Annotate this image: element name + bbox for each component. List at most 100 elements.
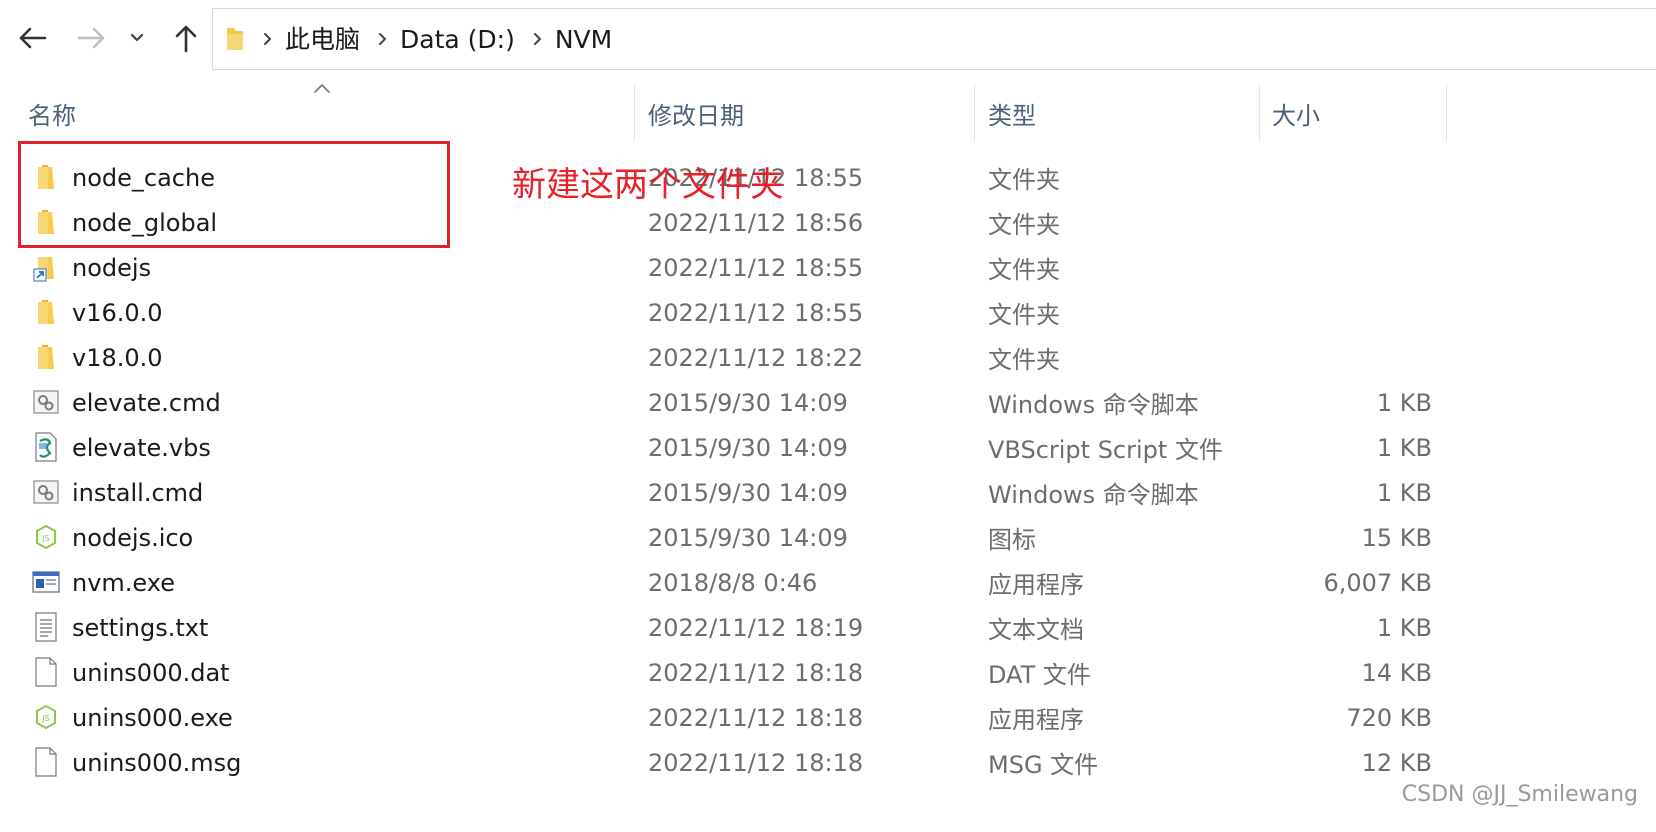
recent-locations-button[interactable] — [124, 18, 150, 58]
file-size — [1272, 290, 1432, 335]
file-type: 应用程序 — [988, 571, 1084, 599]
file-size: 6,007 KB — [1323, 568, 1432, 597]
file-size: 14 KB — [1361, 658, 1432, 687]
file-type: 文本文档 — [988, 616, 1084, 644]
arrow-left-icon — [19, 27, 47, 49]
file-size: 12 KB — [1361, 748, 1432, 777]
file-row[interactable]: unins000.msg 2022/11/12 18:18 MSG 文件 12 KB — [0, 740, 1656, 785]
column-divider[interactable] — [634, 84, 635, 142]
file-date: 2022/11/12 18:18 — [648, 748, 864, 777]
column-divider[interactable] — [974, 84, 975, 142]
column-divider[interactable] — [1259, 84, 1260, 142]
file-row[interactable]: elevate.vbs 2015/9/30 14:09 VBScript Scrip… — [0, 425, 1656, 470]
file-date: 2022/11/12 18:18 — [648, 703, 864, 732]
file-size — [1272, 245, 1432, 290]
address-bar[interactable]: 此电脑 Data (D:) NVM — [212, 8, 1656, 70]
file-name: settings.txt — [72, 613, 209, 642]
column-header-size[interactable]: 大小 — [1272, 84, 1442, 142]
file-name: unins000.msg — [72, 748, 242, 777]
text-file-icon — [32, 611, 60, 643]
file-type: 文件夹 — [988, 346, 1060, 374]
file-type: 文件夹 — [988, 211, 1060, 239]
file-row[interactable]: settings.txt 2022/11/12 18:19 文本文档 1 KB — [0, 605, 1656, 650]
navigation-bar: 此电脑 Data (D:) NVM — [0, 0, 1656, 80]
chevron-right-icon — [378, 32, 388, 46]
file-date: 2015/9/30 14:09 — [648, 523, 848, 552]
file-type: Windows 命令脚本 — [988, 391, 1199, 419]
file-size: 1 KB — [1376, 478, 1432, 507]
nodejs-icon: JS — [32, 521, 60, 553]
file-type: 文件夹 — [988, 166, 1060, 194]
column-header-type[interactable]: 类型 — [988, 84, 1258, 142]
file-name: elevate.vbs — [72, 433, 211, 462]
file-date: 2022/11/12 18:19 — [648, 613, 864, 642]
file-date: 2015/9/30 14:09 — [648, 433, 848, 462]
cmd-file-icon — [32, 386, 60, 418]
file-date: 2022/11/12 18:18 — [648, 658, 864, 687]
file-date: 2022/11/12 18:55 — [648, 298, 864, 327]
chevron-right-icon — [263, 32, 273, 46]
column-headers: 名称 修改日期 类型 大小 — [0, 84, 1656, 142]
vbs-file-icon — [32, 431, 60, 463]
breadcrumb-item-data-drive[interactable]: Data (D:) — [400, 27, 515, 52]
file-name: nodejs — [72, 253, 152, 282]
column-divider[interactable] — [1446, 84, 1447, 142]
folder-icon — [32, 296, 60, 328]
breadcrumb-item-nvm[interactable]: NVM — [555, 27, 612, 52]
file-size: 1 KB — [1376, 613, 1432, 642]
file-type: 文件夹 — [988, 256, 1060, 284]
file-size: 15 KB — [1361, 523, 1432, 552]
file-size: 1 KB — [1376, 388, 1432, 417]
folder-icon — [32, 341, 60, 373]
file-size — [1272, 200, 1432, 245]
file-row[interactable]: install.cmd 2015/9/30 14:09 Windows 命令脚本 1 … — [0, 470, 1656, 515]
file-row[interactable]: nvm.exe 2018/8/8 0:46 应用程序 6,007 KB — [0, 560, 1656, 605]
watermark: CSDN @JJ_Smilewang — [1401, 782, 1638, 807]
file-name: nodejs.ico — [72, 523, 194, 552]
file-name: unins000.exe — [72, 703, 233, 732]
file-date: 2018/8/8 0:46 — [648, 568, 818, 597]
blank-file-icon — [32, 656, 60, 688]
file-name: elevate.cmd — [72, 388, 221, 417]
back-button[interactable] — [12, 18, 52, 58]
up-button[interactable] — [166, 18, 206, 58]
arrow-up-icon — [175, 25, 197, 53]
file-size: 1 KB — [1376, 433, 1432, 462]
file-type: 文件夹 — [988, 301, 1060, 329]
file-size: 720 KB — [1346, 703, 1432, 732]
folder-icon — [225, 25, 245, 53]
nodejs-icon: JS — [32, 701, 60, 733]
file-size — [1272, 155, 1432, 200]
file-type: DAT 文件 — [988, 661, 1091, 689]
svg-text:JS: JS — [41, 534, 49, 543]
breadcrumb-item-this-pc[interactable]: 此电脑 — [285, 27, 360, 52]
file-type: Windows 命令脚本 — [988, 481, 1199, 509]
annotation-text: 新建这两个文件夹 — [512, 165, 784, 205]
file-type: 应用程序 — [988, 706, 1084, 734]
file-row[interactable]: unins000.dat 2022/11/12 18:18 DAT 文件 14 KB — [0, 650, 1656, 695]
file-name: v18.0.0 — [72, 343, 163, 372]
file-row[interactable]: nodejs 2022/11/12 18:55 文件夹 — [0, 245, 1656, 290]
file-name: unins000.dat — [72, 658, 230, 687]
file-size — [1272, 335, 1432, 380]
column-header-name[interactable]: 名称 — [28, 84, 628, 142]
file-name: v16.0.0 — [72, 298, 163, 327]
file-type: 图标 — [988, 526, 1036, 554]
file-date: 2022/11/12 18:55 — [648, 253, 864, 282]
file-row[interactable]: v18.0.0 2022/11/12 18:22 文件夹 — [0, 335, 1656, 380]
file-row[interactable]: JS unins000.exe 2022/11/12 18:18 应用程序 720 KB — [0, 695, 1656, 740]
forward-button[interactable] — [72, 18, 112, 58]
folder-shortcut-icon — [32, 251, 60, 283]
file-type: MSG 文件 — [988, 751, 1099, 779]
file-date: 2015/9/30 14:09 — [648, 478, 848, 507]
file-row[interactable]: elevate.cmd 2015/9/30 14:09 Windows 命令脚本 1 … — [0, 380, 1656, 425]
file-date: 2015/9/30 14:09 — [648, 388, 848, 417]
svg-text:JS: JS — [41, 714, 49, 723]
file-row[interactable]: JS nodejs.ico 2015/9/30 14:09 图标 15 KB — [0, 515, 1656, 560]
file-date: 2022/11/12 18:22 — [648, 343, 864, 372]
file-row[interactable]: v16.0.0 2022/11/12 18:55 文件夹 — [0, 290, 1656, 335]
column-header-date[interactable]: 修改日期 — [648, 84, 968, 142]
file-type: VBScript Script 文件 — [988, 436, 1223, 464]
arrow-right-icon — [77, 27, 105, 49]
file-name: nvm.exe — [72, 568, 175, 597]
